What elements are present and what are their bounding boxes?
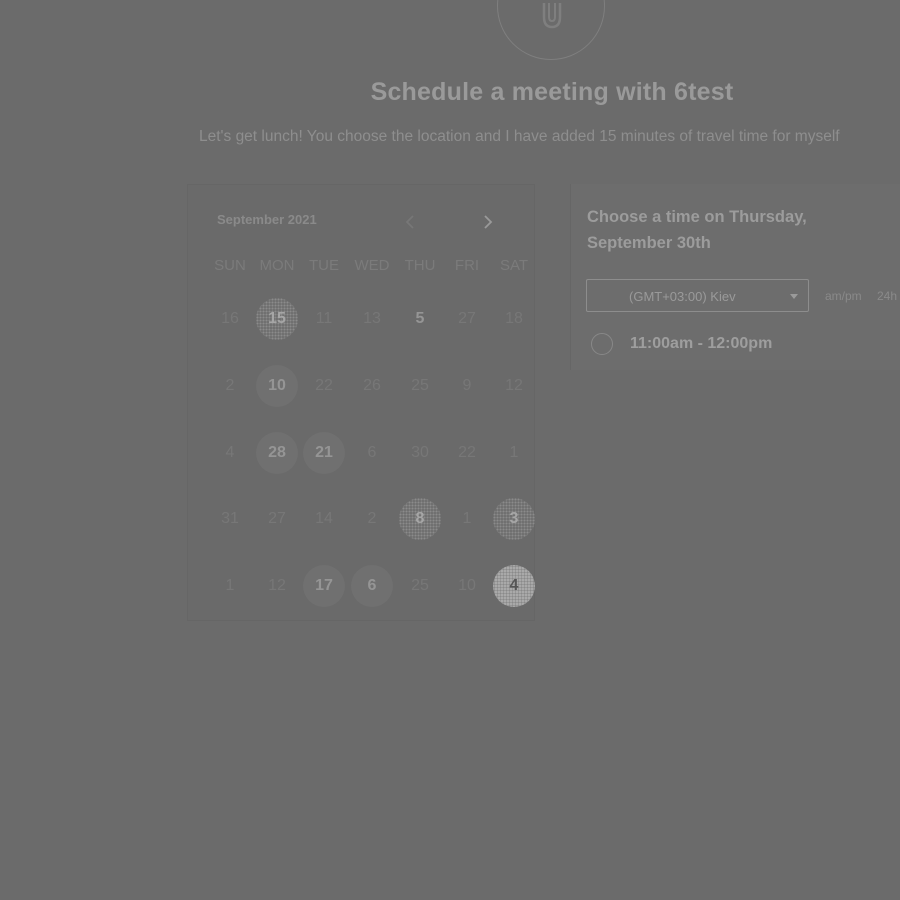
- chevron-right-icon: [484, 215, 493, 229]
- scheduling-page: Schedule a meeting with 6test Let's get …: [0, 0, 900, 900]
- calendar-day[interactable]: 21: [303, 432, 345, 474]
- format-ampm-toggle[interactable]: am/pm: [825, 289, 862, 303]
- format-24h-toggle[interactable]: 24h: [877, 289, 897, 303]
- calendar-day: 4: [225, 444, 235, 461]
- caret-down-icon: [790, 294, 798, 299]
- calendar-day: 25: [411, 377, 429, 394]
- prev-month-button[interactable]: [397, 209, 423, 235]
- calendar-day[interactable]: 6: [351, 565, 393, 607]
- calendar-day: 11: [315, 310, 333, 327]
- slot-label: 11:00am - 12:00pm: [630, 335, 773, 352]
- calendar: September 2021 SUN MON TUE WED THU FRI S…: [187, 184, 535, 621]
- weekday-wed: WED: [354, 257, 390, 274]
- calendar-day: 1: [462, 510, 472, 527]
- time-slot[interactable]: 11:00am - 12:00pm: [591, 332, 891, 358]
- calendar-day[interactable]: 8: [399, 498, 441, 540]
- slot-radio[interactable]: [591, 333, 613, 355]
- calendar-day: 13: [363, 310, 381, 327]
- calendar-day: 26: [363, 377, 381, 394]
- calendar-day: 1: [225, 577, 235, 594]
- timezone-select[interactable]: (GMT+03:00) Kiev: [586, 279, 809, 312]
- calendar-day-selected[interactable]: 4: [493, 565, 535, 607]
- calendar-day[interactable]: 17: [303, 565, 345, 607]
- calendar-day[interactable]: 10: [256, 365, 298, 407]
- calendar-day: 27: [268, 510, 286, 527]
- paperclip-icon: [542, 3, 562, 29]
- calendar-day[interactable]: 3: [493, 498, 535, 540]
- calendar-day[interactable]: 28: [256, 432, 298, 474]
- next-month-button[interactable]: [475, 209, 501, 235]
- calendar-day: 22: [458, 444, 476, 461]
- calendar-day: 5: [415, 310, 425, 327]
- calendar-day: 31: [221, 510, 239, 527]
- weekday-fri: FRI: [454, 257, 480, 274]
- weekday-mon: MON: [259, 257, 295, 274]
- month-label: September 2021: [217, 212, 317, 227]
- calendar-day: 6: [367, 444, 377, 461]
- calendar-day: 2: [367, 510, 377, 527]
- weekday-sun: SUN: [214, 257, 246, 274]
- calendar-day: 9: [462, 377, 472, 394]
- calendar-day: 16: [221, 310, 239, 327]
- chevron-left-icon: [405, 215, 414, 229]
- calendar-day: 10: [458, 577, 476, 594]
- time-heading: Choose a time on Thursday, September 30t…: [587, 208, 807, 252]
- weekday-thu: THU: [404, 257, 436, 274]
- weekday-header: SUN MON TUE WED THU FRI SAT: [188, 257, 536, 277]
- host-avatar: [497, 0, 605, 60]
- calendar-day: 12: [268, 577, 286, 594]
- calendar-day: 22: [315, 377, 333, 394]
- weekday-tue: TUE: [309, 257, 339, 274]
- timezone-value: (GMT+03:00) Kiev: [629, 289, 736, 304]
- calendar-day: 30: [411, 444, 429, 461]
- event-description: Let's get lunch! You choose the location…: [199, 128, 840, 145]
- calendar-day: 27: [458, 310, 476, 327]
- calendar-day: 2: [225, 377, 235, 394]
- calendar-day: 1: [509, 444, 519, 461]
- calendar-day: 25: [411, 577, 429, 594]
- calendar-day: 14: [315, 510, 333, 527]
- time-panel: Choose a time on Thursday, September 30t…: [570, 184, 900, 370]
- page-title: Schedule a meeting with 6test: [370, 78, 734, 106]
- calendar-day: 18: [505, 310, 523, 327]
- calendar-day[interactable]: 15: [256, 298, 298, 340]
- weekday-sat: SAT: [499, 257, 529, 274]
- calendar-day: 12: [505, 377, 523, 394]
